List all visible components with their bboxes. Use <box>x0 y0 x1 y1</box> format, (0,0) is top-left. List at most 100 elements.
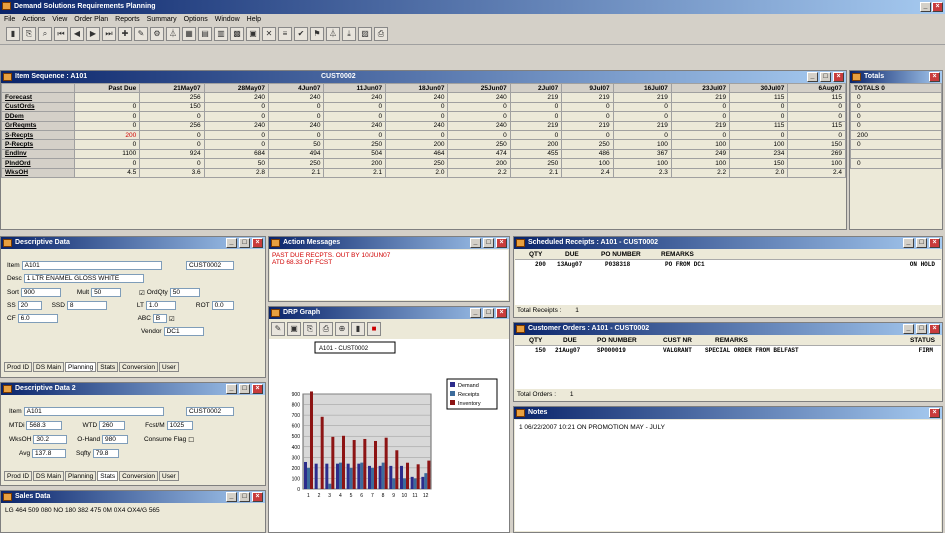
tab-user[interactable]: User <box>159 362 179 372</box>
export-icon[interactable]: ⤓ <box>342 27 356 41</box>
action-message[interactable]: PAST DUE RECPTS. OUT BY 10/JUN07 <box>272 252 506 259</box>
grid-cell[interactable]: 0 <box>729 101 789 113</box>
grid-cell[interactable]: 0 <box>612 101 672 113</box>
grid-cell[interactable]: 200 <box>385 139 449 150</box>
grid-cell[interactable]: 100 <box>612 158 672 169</box>
grid-cell[interactable] <box>73 92 141 103</box>
grid-cell[interactable]: 256 <box>139 120 205 131</box>
close-icon[interactable]: × <box>252 492 263 502</box>
menu-item[interactable]: Window <box>215 14 240 25</box>
minimize-icon[interactable]: _ <box>807 72 818 82</box>
grid-cell[interactable]: 200 <box>509 139 563 150</box>
item-field[interactable]: A101 <box>21 261 162 270</box>
grid-cell[interactable]: 0 <box>203 139 270 150</box>
grid-cell[interactable]: 250 <box>323 139 387 150</box>
grid-cell[interactable]: 200 <box>447 158 511 169</box>
grid-cell[interactable]: 240 <box>203 92 270 103</box>
close-icon[interactable]: ✕ <box>262 27 276 41</box>
grid-cell[interactable]: 0 <box>729 129 789 141</box>
mtd-field[interactable]: 568.3 <box>26 421 63 430</box>
grid-cell[interactable]: 0 <box>787 101 846 113</box>
grid-cell[interactable]: 200 <box>323 158 387 169</box>
grid-cell[interactable]: 250 <box>561 139 614 150</box>
grid-cell[interactable]: 100 <box>670 158 731 169</box>
grid-cell[interactable]: 3.6 <box>139 167 205 178</box>
grid-cell[interactable]: 240 <box>447 92 511 103</box>
close-icon[interactable]: × <box>929 72 940 82</box>
row-label[interactable]: CustOrds <box>1 101 75 113</box>
vendor-field[interactable]: DC1 <box>163 327 204 336</box>
grid-cell[interactable]: 0 <box>73 111 141 122</box>
menu-item[interactable]: Help <box>247 14 261 25</box>
grid-icon[interactable]: ▤ <box>198 27 212 41</box>
zoom-icon[interactable]: ⊕ <box>335 322 349 336</box>
image-icon[interactable]: ▨ <box>358 27 372 41</box>
grid-cell[interactable]: 0 <box>385 129 449 141</box>
menu-item[interactable]: Order Plan <box>74 14 108 25</box>
color-icon[interactable]: ■ <box>367 322 381 336</box>
last-icon[interactable]: ⏭ <box>102 27 116 41</box>
item-field[interactable]: A101 <box>23 407 164 416</box>
grid-cell[interactable]: 0 <box>267 129 325 141</box>
close-icon[interactable]: × <box>833 72 844 82</box>
row-label[interactable]: DDem <box>1 111 75 122</box>
grid-cell[interactable]: 115 <box>729 120 789 131</box>
ss-field[interactable]: 20 <box>17 301 42 310</box>
grid-cell[interactable]: 240 <box>385 92 449 103</box>
cf-field[interactable]: 6.0 <box>17 314 58 323</box>
wtd-field[interactable]: 260 <box>99 421 126 430</box>
copy-icon[interactable]: ⎘ <box>303 322 317 336</box>
grid-cell[interactable]: 250 <box>267 158 325 169</box>
note-line[interactable]: 1 06/22/2007 10:21 ON PROMOTION MAY - JU… <box>519 424 937 431</box>
close-icon[interactable]: × <box>252 238 263 248</box>
minimize-icon[interactable]: _ <box>470 238 481 248</box>
filter-icon[interactable]: ⏃ <box>166 27 180 41</box>
grid-cell[interactable]: 115 <box>787 92 846 103</box>
grid-cell[interactable]: 2.4 <box>561 167 614 178</box>
sort-field[interactable]: 900 <box>20 288 61 297</box>
minimize-icon[interactable]: _ <box>903 238 914 248</box>
grid-cell[interactable]: 504 <box>323 148 387 160</box>
close-icon[interactable]: × <box>252 384 263 394</box>
grid-cell[interactable]: 219 <box>561 120 614 131</box>
close-icon[interactable]: × <box>929 238 940 248</box>
grid-cell[interactable]: 2.1 <box>267 167 325 178</box>
grid-cell[interactable]: 50 <box>267 139 325 150</box>
grid-cell[interactable]: 367 <box>612 148 672 160</box>
tab-planning[interactable]: Planning <box>64 362 97 372</box>
grid-cell[interactable]: 0 <box>447 101 511 113</box>
row-label[interactable]: Forecast <box>1 92 75 103</box>
fcst-field[interactable]: 1025 <box>166 421 193 430</box>
grid-cell[interactable]: 2.8 <box>203 167 270 178</box>
ssd-field[interactable]: 8 <box>66 301 107 310</box>
grid-cell[interactable]: 0 <box>203 101 270 113</box>
grid-cell[interactable]: 2.0 <box>729 167 789 178</box>
lines-icon[interactable]: ≡ <box>278 27 292 41</box>
grid-cell[interactable]: 115 <box>729 92 789 103</box>
ordqty-field[interactable]: 50 <box>169 288 200 297</box>
maximize-icon[interactable]: □ <box>483 238 494 248</box>
close-icon[interactable]: × <box>929 324 940 334</box>
grid-cell[interactable]: 0 <box>612 111 672 122</box>
grid-cell[interactable]: 250 <box>509 158 563 169</box>
total-cell[interactable]: 200 <box>850 129 942 141</box>
grid-cell[interactable]: 0 <box>139 129 205 141</box>
settings-icon[interactable]: ⚙ <box>150 27 164 41</box>
grid-cell[interactable]: 240 <box>447 120 511 131</box>
grid-cell[interactable]: 250 <box>447 139 511 150</box>
grid-cell[interactable]: 240 <box>323 120 387 131</box>
row-label[interactable]: PlndOrd <box>1 158 75 169</box>
tab-planning[interactable]: Planning <box>64 471 97 481</box>
save-icon[interactable]: ▣ <box>287 322 301 336</box>
grid-cell[interactable]: 0 <box>561 101 614 113</box>
grid-cell[interactable]: 240 <box>385 120 449 131</box>
open-icon[interactable]: ▮ <box>6 27 20 41</box>
check-icon[interactable]: ✔ <box>294 27 308 41</box>
grid-cell[interactable]: 0 <box>509 111 563 122</box>
grid-cell[interactable]: 234 <box>729 148 789 160</box>
total-cell[interactable]: 0 <box>850 120 942 131</box>
grid-cell[interactable]: 0 <box>267 101 325 113</box>
grid-cell[interactable]: 0 <box>447 129 511 141</box>
chart-icon[interactable]: ✎ <box>134 27 148 41</box>
edit-icon[interactable]: ✎ <box>271 322 285 336</box>
